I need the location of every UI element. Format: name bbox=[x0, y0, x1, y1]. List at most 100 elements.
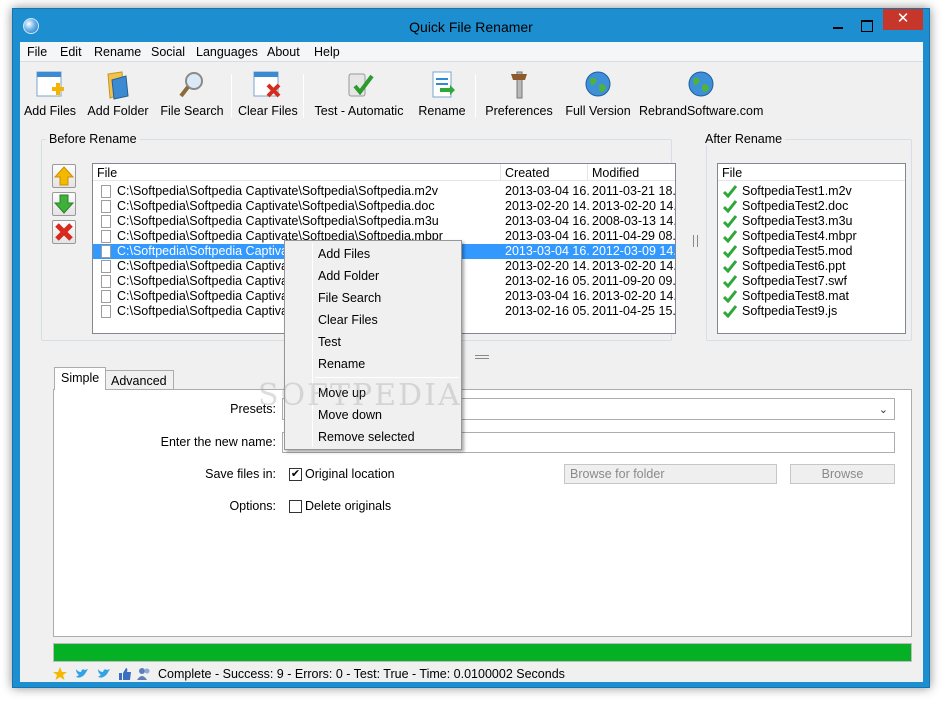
save-files-label: Save files in: bbox=[205, 467, 276, 481]
original-location-checkbox[interactable]: ✔ bbox=[289, 468, 302, 481]
maximize-button[interactable] bbox=[853, 15, 879, 35]
list-item[interactable]: SoftpediaTest7.swf bbox=[718, 274, 905, 289]
file-icon bbox=[101, 215, 111, 228]
arrow-down-icon bbox=[53, 194, 75, 214]
context-clear-files[interactable]: Clear Files bbox=[318, 313, 378, 327]
cell-created: 2013-02-20 14... bbox=[505, 259, 589, 273]
full-version-button[interactable]: Full Version bbox=[563, 68, 633, 122]
context-file-search[interactable]: File Search bbox=[318, 291, 381, 305]
browse-folder-field[interactable]: Browse for folder bbox=[564, 464, 777, 484]
column-divider[interactable] bbox=[587, 164, 588, 181]
after-file-name: SoftpediaTest8.mat bbox=[742, 289, 850, 303]
after-rename-label: After Rename bbox=[702, 132, 786, 146]
star-icon[interactable] bbox=[53, 667, 67, 681]
preferences-button[interactable]: Preferences bbox=[482, 68, 556, 122]
rebrand-button[interactable]: RebrandSoftware.com bbox=[639, 68, 763, 122]
cell-created: 2013-02-20 14... bbox=[505, 199, 589, 213]
arrow-up-icon bbox=[53, 166, 75, 186]
menu-gutter bbox=[312, 243, 313, 447]
menu-edit[interactable]: Edit bbox=[60, 45, 82, 59]
list-item[interactable]: SoftpediaTest6.ppt bbox=[718, 259, 905, 274]
context-add-folder[interactable]: Add Folder bbox=[318, 269, 379, 283]
vertical-splitter[interactable] bbox=[693, 235, 698, 247]
test-automatic-label: Test - Automatic bbox=[314, 104, 404, 118]
column-created[interactable]: Created bbox=[505, 166, 549, 180]
file-icon bbox=[101, 230, 111, 243]
watermark: SOFTPEDIA bbox=[258, 378, 462, 413]
context-rename[interactable]: Rename bbox=[318, 357, 365, 371]
check-icon bbox=[723, 215, 737, 228]
context-add-files[interactable]: Add Files bbox=[318, 247, 370, 261]
rename-button[interactable]: Rename bbox=[416, 68, 468, 122]
list-item[interactable]: SoftpediaTest9.js bbox=[718, 304, 905, 319]
tab-advanced[interactable]: Advanced bbox=[104, 370, 174, 391]
file-icon bbox=[101, 185, 111, 198]
check-icon bbox=[723, 245, 737, 258]
add-folder-label: Add Folder bbox=[87, 104, 149, 118]
before-list-header: File Created Modified bbox=[93, 164, 675, 181]
table-row[interactable]: C:\Softpedia\Softpedia Captivate\Softped… bbox=[93, 214, 675, 229]
cell-created: 2013-03-04 16... bbox=[505, 214, 589, 228]
context-test[interactable]: Test bbox=[318, 335, 341, 349]
browse-button[interactable]: Browse bbox=[790, 464, 895, 484]
context-remove-selected[interactable]: Remove selected bbox=[318, 430, 415, 444]
remove-button[interactable] bbox=[52, 220, 76, 244]
clear-files-icon bbox=[253, 71, 281, 98]
new-name-label: Enter the new name: bbox=[160, 435, 276, 449]
cell-modified: 2012-03-09 14... bbox=[592, 244, 676, 258]
move-down-button[interactable] bbox=[52, 192, 76, 216]
cell-modified: 2011-04-25 15... bbox=[592, 304, 676, 318]
column-divider[interactable] bbox=[500, 164, 501, 181]
after-file-list[interactable]: File SoftpediaTest1.m2v SoftpediaTest2.d… bbox=[717, 163, 906, 334]
tab-simple[interactable]: Simple bbox=[54, 367, 107, 390]
minimize-button[interactable] bbox=[825, 15, 851, 35]
table-row[interactable]: C:\Softpedia\Softpedia Captivate\Softped… bbox=[93, 199, 675, 214]
progress-fill bbox=[54, 644, 911, 661]
add-folder-button[interactable]: Add Folder bbox=[86, 68, 150, 122]
list-item[interactable]: SoftpediaTest1.m2v bbox=[718, 184, 905, 199]
menu-bar: File Edit Rename Social Languages About … bbox=[20, 42, 923, 62]
file-icon bbox=[101, 290, 111, 303]
list-item[interactable]: SoftpediaTest2.doc bbox=[718, 199, 905, 214]
add-files-icon bbox=[36, 71, 64, 97]
close-button[interactable]: ✕ bbox=[883, 9, 923, 30]
file-search-button[interactable]: File Search bbox=[158, 68, 226, 122]
twitter-icon[interactable] bbox=[97, 667, 111, 681]
menu-social[interactable]: Social bbox=[151, 45, 185, 59]
like-icon[interactable] bbox=[118, 667, 132, 681]
add-files-button[interactable]: Add Files bbox=[22, 68, 78, 122]
after-file-name: SoftpediaTest1.m2v bbox=[742, 184, 852, 198]
table-row[interactable]: C:\Softpedia\Softpedia Captivate\Softped… bbox=[93, 184, 675, 199]
title-bar[interactable]: Quick File Renamer ✕ bbox=[13, 9, 929, 45]
twitter-icon[interactable] bbox=[75, 667, 89, 681]
list-item[interactable]: SoftpediaTest4.mbpr bbox=[718, 229, 905, 244]
check-icon bbox=[723, 230, 737, 243]
test-icon bbox=[348, 73, 374, 97]
menu-file[interactable]: File bbox=[27, 45, 47, 59]
menu-about[interactable]: About bbox=[267, 45, 300, 59]
list-item[interactable]: SoftpediaTest5.mod bbox=[718, 244, 905, 259]
cell-created: 2013-03-04 16... bbox=[505, 184, 589, 198]
remove-icon bbox=[55, 223, 73, 241]
add-files-label: Add Files bbox=[23, 104, 77, 118]
horizontal-splitter[interactable] bbox=[475, 355, 489, 359]
menu-help[interactable]: Help bbox=[314, 45, 340, 59]
move-up-button[interactable] bbox=[52, 164, 76, 188]
chevron-down-icon[interactable]: ⌄ bbox=[879, 403, 888, 416]
list-item[interactable]: SoftpediaTest8.mat bbox=[718, 289, 905, 304]
menu-rename[interactable]: Rename bbox=[94, 45, 141, 59]
column-file[interactable]: File bbox=[97, 166, 117, 180]
clear-files-button[interactable]: Clear Files bbox=[238, 68, 298, 122]
after-list-header: File bbox=[718, 164, 905, 181]
column-modified[interactable]: Modified bbox=[592, 166, 639, 180]
delete-originals-checkbox[interactable] bbox=[289, 500, 302, 513]
list-item[interactable]: SoftpediaTest3.m3u bbox=[718, 214, 905, 229]
users-icon[interactable] bbox=[137, 667, 151, 681]
menu-languages[interactable]: Languages bbox=[196, 45, 258, 59]
check-icon bbox=[723, 275, 737, 288]
cell-modified: 2011-04-29 08... bbox=[592, 229, 676, 243]
context-menu: Add Files Add Folder File Search Clear F… bbox=[284, 240, 462, 450]
column-file[interactable]: File bbox=[722, 166, 742, 180]
test-automatic-button[interactable]: Test - Automatic bbox=[310, 68, 408, 122]
cell-file: C:\Softpedia\Softpedia Captivate\Softped… bbox=[117, 199, 435, 213]
